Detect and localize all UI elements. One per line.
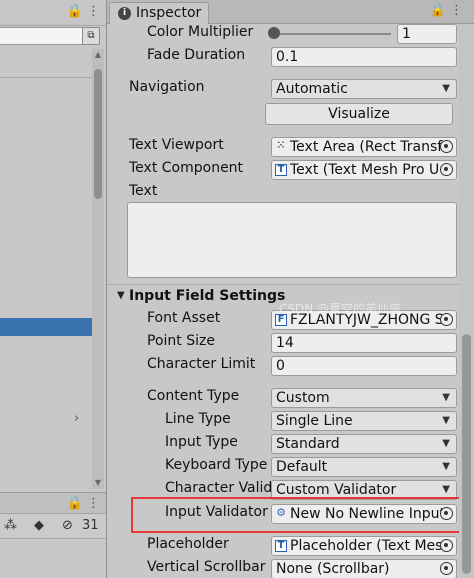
input-type-value: Standard	[276, 436, 340, 452]
scrollbar-thumb[interactable]	[94, 69, 102, 199]
search-options-icon[interactable]: ⧉	[82, 27, 100, 45]
object-picker-icon[interactable]	[440, 313, 453, 326]
foldout-down-icon[interactable]: ▼	[117, 290, 125, 301]
vertical-scrollbar-field[interactable]: None (Scrollbar)	[271, 559, 457, 578]
line-type-value: Single Line	[276, 413, 353, 429]
color-multiplier-slider[interactable]	[275, 33, 391, 35]
tab-label: Inspector	[136, 5, 202, 21]
dropdown-arrow-icon: ▼	[442, 415, 450, 426]
tag-icon[interactable]: ◆	[34, 518, 44, 533]
navigation-label: Navigation	[129, 79, 205, 95]
inspector-tab-bar: i Inspector 🔒 ⋮	[107, 0, 474, 24]
line-type-dropdown[interactable]: Single Line ▼	[271, 411, 457, 431]
fade-duration-field[interactable]: 0.1	[271, 47, 457, 67]
rect-transform-icon: ⁙	[276, 140, 286, 151]
hierarchy-tab-bar: 🔒 ⋮	[0, 0, 106, 26]
color-multiplier-label: Color Multiplier	[147, 24, 254, 40]
dropdown-arrow-icon: ▼	[442, 392, 450, 403]
dropdown-arrow-icon: ▼	[442, 438, 450, 449]
inspector-panel: i Inspector 🔒 ⋮ Color Multiplier 1 Fade …	[106, 0, 474, 578]
point-size-field[interactable]: 14	[271, 333, 457, 353]
project-tab-bar: 🔒 ⋮	[0, 492, 106, 514]
placeholder-value: Placeholder (Text Mes	[290, 538, 443, 554]
dropdown-arrow-icon: ▼	[442, 461, 450, 472]
character-validation-label: Character Valid	[165, 480, 273, 496]
object-picker-icon[interactable]	[440, 140, 453, 153]
text-component-field[interactable]: T Text (Text Mesh Pro U	[271, 160, 457, 180]
scroll-up-icon[interactable]: ▲	[92, 49, 104, 61]
section-title: Input Field Settings	[129, 288, 286, 304]
line-type-label: Line Type	[165, 411, 231, 427]
navigation-value: Automatic	[276, 81, 348, 97]
text-input-area[interactable]	[127, 202, 457, 278]
components-icon[interactable]: ⁂	[4, 518, 17, 533]
placeholder-field[interactable]: T Placeholder (Text Mes	[271, 536, 457, 556]
color-multiplier-field[interactable]: 1	[397, 24, 457, 44]
text-viewport-field[interactable]: ⁙ Text Area (Rect Transf	[271, 137, 457, 157]
highlight-box	[131, 497, 461, 533]
character-limit-label: Character Limit	[147, 356, 256, 372]
info-icon: i	[118, 7, 131, 20]
point-size-label: Point Size	[147, 333, 215, 349]
text-mesh-pro-icon: T	[275, 164, 287, 176]
text-label: Text	[129, 183, 158, 199]
character-validation-value: Custom Validator	[276, 482, 397, 498]
text-mesh-pro-icon: T	[275, 540, 287, 552]
content-type-dropdown[interactable]: Custom ▼	[271, 388, 457, 408]
hierarchy-panel: 🔒 ⋮ ⧉ › ▲ ▼ 🔒 ⋮ ⁂ ◆ ⊘ 31	[0, 0, 106, 578]
hidden-eye-icon[interactable]: ⊘	[62, 518, 73, 533]
vertical-scrollbar-label: Vertical Scrollbar	[147, 559, 266, 575]
object-picker-icon[interactable]	[440, 562, 453, 575]
keyboard-type-label: Keyboard Type	[165, 457, 268, 473]
watermark: CSDN @夏空的英仙座	[279, 302, 402, 316]
dropdown-arrow-icon: ▼	[442, 83, 450, 94]
keyboard-type-dropdown[interactable]: Default ▼	[271, 457, 457, 477]
chevron-right-icon[interactable]: ›	[74, 411, 79, 426]
object-picker-icon[interactable]	[440, 539, 453, 552]
navigation-dropdown[interactable]: Automatic ▼	[271, 79, 457, 99]
input-type-label: Input Type	[165, 434, 238, 450]
keyboard-type-value: Default	[276, 459, 328, 475]
scroll-down-icon[interactable]: ▼	[92, 477, 104, 489]
hidden-count: 31	[82, 518, 99, 533]
font-asset-label: Font Asset	[147, 310, 221, 326]
project-toolbar: ⁂ ◆ ⊘ 31	[0, 515, 106, 539]
text-viewport-value: Text Area (Rect Transf	[290, 139, 443, 155]
lock-menu-icon[interactable]: 🔒 ⋮	[430, 3, 463, 18]
placeholder-label: Placeholder	[147, 536, 229, 552]
input-type-dropdown[interactable]: Standard ▼	[271, 434, 457, 454]
object-picker-icon[interactable]	[440, 163, 453, 176]
content-type-label: Content Type	[147, 388, 240, 404]
tab-inspector[interactable]: i Inspector	[109, 2, 209, 24]
lock-menu-icon[interactable]: 🔒 ⋮	[67, 4, 100, 19]
content-type-value: Custom	[276, 390, 330, 406]
lock-menu-icon[interactable]: 🔒 ⋮	[67, 496, 100, 511]
hierarchy-divider	[0, 77, 92, 78]
hierarchy-scrollbar[interactable]: ▲ ▼	[92, 49, 104, 489]
fade-duration-label: Fade Duration	[147, 47, 246, 63]
hierarchy-search-input[interactable]	[0, 27, 84, 45]
slider-handle[interactable]	[268, 27, 280, 39]
visualize-button[interactable]: Visualize	[265, 103, 453, 125]
scrollbar-thumb[interactable]	[462, 334, 471, 574]
text-component-value: Text (Text Mesh Pro U	[290, 162, 440, 178]
character-limit-field[interactable]: 0	[271, 356, 457, 376]
hierarchy-selected-row[interactable]	[0, 318, 92, 336]
inspector-scrollbar[interactable]	[459, 24, 473, 578]
text-viewport-label: Text Viewport	[129, 137, 224, 153]
text-component-label: Text Component	[129, 160, 244, 176]
vertical-scrollbar-value: None (Scrollbar)	[276, 561, 390, 577]
